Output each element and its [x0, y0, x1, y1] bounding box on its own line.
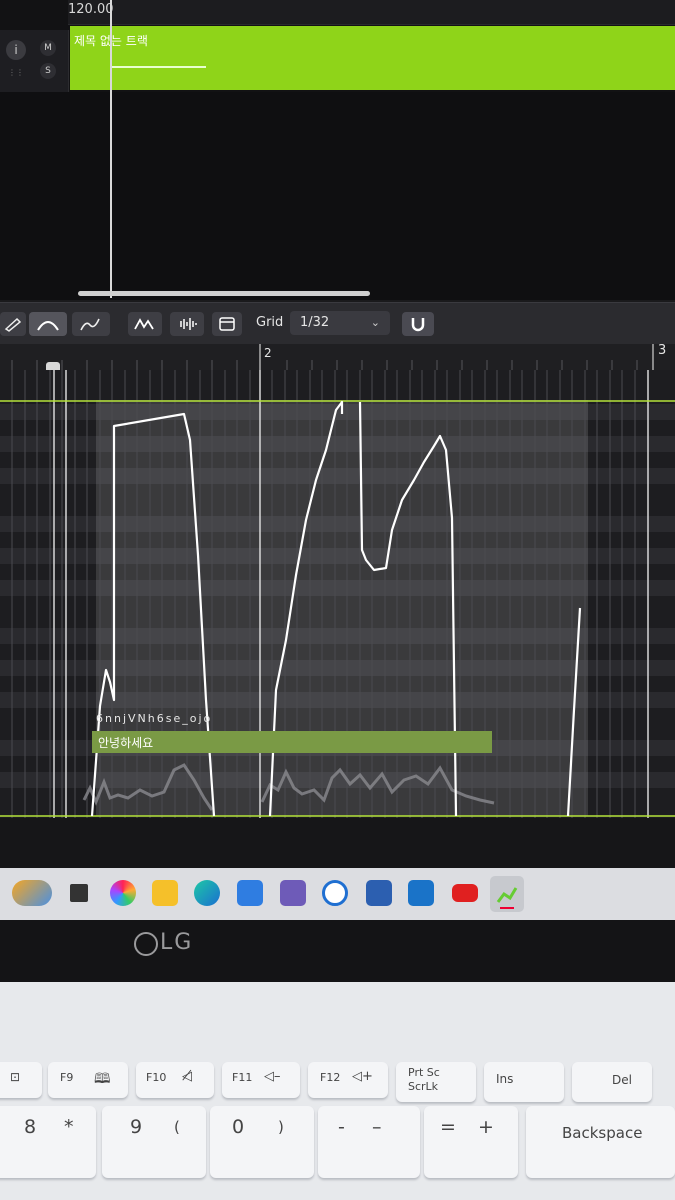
daw-icon[interactable] — [490, 876, 524, 912]
track-info-button[interactable]: i — [6, 40, 26, 60]
solo-button[interactable]: S — [40, 63, 56, 79]
freehand-icon — [80, 318, 100, 331]
daw-chart-icon — [496, 887, 518, 909]
piano-roll-tool-button[interactable] — [212, 312, 242, 336]
ruler-bar-3: 3 — [658, 343, 667, 358]
remote-desktop-icon[interactable] — [366, 880, 392, 906]
ruler-ticks — [11, 344, 654, 370]
weather-icon[interactable] — [12, 880, 52, 906]
lg-logo: LG — [160, 930, 194, 955]
youtube-icon[interactable] — [452, 884, 478, 902]
key-f11[interactable]: F11 ◁– — [222, 1062, 300, 1098]
app-icon[interactable] — [280, 880, 306, 906]
track-clip[interactable] — [70, 26, 675, 90]
timeline-ruler[interactable] — [68, 0, 675, 25]
volume-down-icon: ◁– — [264, 1069, 281, 1084]
key-equals[interactable]: = + — [424, 1106, 518, 1178]
ruler-bar-2: 2 — [264, 346, 272, 360]
copilot-icon[interactable] — [110, 880, 136, 906]
key-f12[interactable]: F12 ◁+ — [308, 1062, 388, 1098]
lyric-text[interactable]: 안녕하세요 — [98, 734, 153, 751]
file-explorer-icon[interactable] — [152, 880, 178, 906]
mute-button[interactable]: M — [40, 40, 56, 56]
key-8[interactable]: 8 * — [0, 1106, 96, 1178]
outlook-icon[interactable] — [408, 880, 434, 906]
volume-up-icon: ◁+ — [352, 1069, 373, 1084]
freehand-tool-button[interactable] — [72, 312, 110, 336]
grid-value: 1/32 — [300, 315, 330, 330]
screen-bottom-edge — [0, 818, 675, 868]
magnet-icon — [411, 318, 425, 332]
grid-select[interactable]: 1/32 ⌄ — [290, 311, 390, 335]
edge-icon[interactable] — [194, 880, 220, 906]
key-9[interactable]: 9 ( — [102, 1106, 206, 1178]
waveform-icon — [180, 318, 197, 330]
key-f9[interactable]: F9 🕮 — [48, 1062, 128, 1098]
lg-logo-circle — [134, 932, 158, 956]
curve-tool-button[interactable] — [29, 312, 67, 336]
clip-waveform-line — [112, 66, 206, 68]
mute-speaker-icon: ◁̸ — [182, 1069, 192, 1084]
track-knob-icon[interactable]: ⋮⋮ — [8, 68, 24, 78]
snap-magnet-button[interactable] — [402, 312, 434, 336]
chevron-down-icon: ⌄ — [370, 316, 380, 329]
waveform-tool-button[interactable] — [170, 312, 204, 336]
pencil-icon — [4, 317, 22, 332]
track-header — [0, 30, 69, 92]
curve-icon — [37, 321, 59, 331]
pitch-curve-tool-button[interactable] — [128, 312, 162, 336]
settings-icon[interactable] — [322, 880, 348, 906]
grid-label: Grid — [256, 315, 284, 330]
key-backspace[interactable]: Backspace — [526, 1106, 675, 1178]
key-f10[interactable]: F10 ◁̸ — [136, 1062, 214, 1098]
laptop-bezel — [0, 920, 675, 982]
key-f8[interactable]: ⊡ — [0, 1062, 42, 1098]
task-view-icon[interactable] — [70, 884, 88, 902]
key-prtsc[interactable]: Prt Sc ScrLk — [396, 1062, 476, 1102]
store-icon[interactable] — [237, 880, 263, 906]
key-ins[interactable]: Ins — [484, 1062, 564, 1102]
tempo-display[interactable]: 120.00 — [68, 2, 114, 17]
pitch-curve-icon — [134, 318, 154, 330]
note-name: 6nnjVNh6se_ojo — [96, 712, 213, 725]
key-minus[interactable]: - – — [318, 1106, 420, 1178]
key-del[interactable]: Del — [572, 1062, 652, 1102]
pencil-tool-button[interactable] — [0, 312, 26, 336]
horizontal-scrollbar[interactable] — [78, 291, 370, 296]
key-0[interactable]: 0 ) — [210, 1106, 314, 1178]
book-icon: 🕮 — [94, 1071, 111, 1087]
playhead[interactable] — [110, 0, 112, 298]
piano-roll-icon — [219, 317, 235, 331]
track-lane[interactable] — [0, 92, 675, 300]
